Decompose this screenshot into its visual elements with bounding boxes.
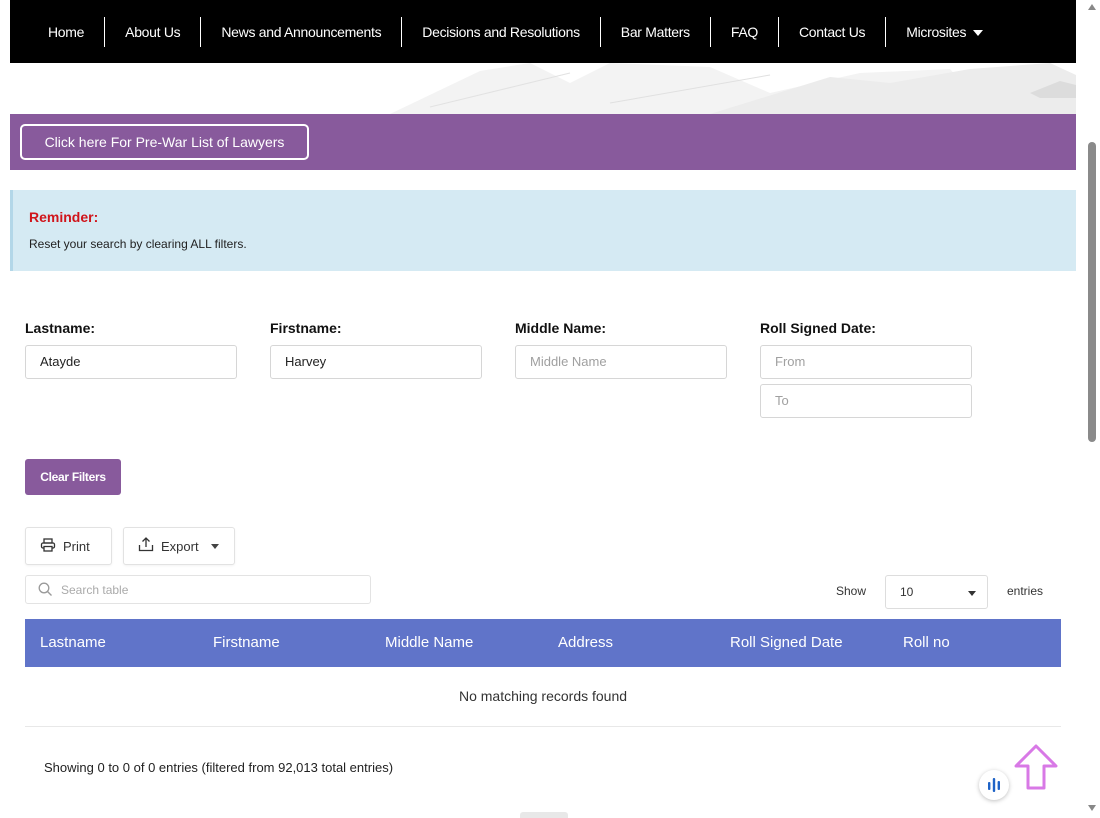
col-lastname[interactable]: Lastname bbox=[40, 619, 106, 667]
page: Home About Us News and Announcements Dec… bbox=[10, 0, 1076, 818]
lastname-input[interactable]: Atayde bbox=[25, 345, 237, 379]
lastname-label: Lastname: bbox=[25, 320, 96, 336]
col-middle-name[interactable]: Middle Name bbox=[385, 619, 473, 667]
firstname-label: Firstname: bbox=[270, 320, 342, 336]
nav-decisions[interactable]: Decisions and Resolutions bbox=[402, 16, 601, 47]
col-address[interactable]: Address bbox=[558, 619, 613, 667]
col-firstname[interactable]: Firstname bbox=[213, 619, 280, 667]
col-roll-signed-date[interactable]: Roll Signed Date bbox=[730, 619, 843, 667]
roll-date-to-input[interactable]: To bbox=[760, 384, 972, 418]
roll-date-from-input[interactable]: From bbox=[760, 345, 972, 379]
prewar-list-button[interactable]: Click here For Pre-War List of Lawyers bbox=[20, 124, 309, 160]
search-icon bbox=[38, 582, 53, 602]
print-button[interactable]: Print bbox=[25, 527, 112, 565]
nav-home[interactable]: Home bbox=[28, 16, 106, 47]
table-header: Lastname Firstname Middle Name Address R… bbox=[25, 619, 1061, 667]
scroll-thumb[interactable] bbox=[1088, 142, 1096, 442]
export-button[interactable]: Export bbox=[123, 527, 235, 565]
nav-news[interactable]: News and Announcements bbox=[201, 16, 403, 47]
table-body: No matching records found bbox=[25, 667, 1061, 727]
arrow-up-icon bbox=[1014, 744, 1058, 790]
print-label: Print bbox=[63, 538, 90, 554]
scroll-to-top-button[interactable] bbox=[1010, 742, 1062, 799]
scroll-down-arrow-icon[interactable] bbox=[1088, 805, 1096, 811]
chevron-down-icon bbox=[968, 591, 976, 596]
middlename-input[interactable]: Middle Name bbox=[515, 345, 727, 379]
search-placeholder: Search table bbox=[61, 583, 129, 597]
export-label: Export bbox=[161, 538, 199, 554]
nav-microsites[interactable]: Microsites bbox=[886, 17, 1003, 47]
caret-down-icon bbox=[973, 29, 984, 36]
clear-filters-button[interactable]: Clear Filters bbox=[25, 459, 121, 495]
nav-contact-us[interactable]: Contact Us bbox=[779, 16, 887, 47]
caret-down-icon bbox=[210, 543, 219, 549]
top-nav: Home About Us News and Announcements Dec… bbox=[10, 0, 1076, 63]
reminder-alert: Reminder: Reset your search by clearing … bbox=[10, 190, 1076, 271]
audio-bars-icon bbox=[988, 778, 1000, 792]
table-info: Showing 0 to 0 of 0 entries (filtered fr… bbox=[44, 760, 394, 775]
reminder-text: Reset your search by clearing ALL filter… bbox=[29, 237, 247, 251]
roll-date-label: Roll Signed Date: bbox=[760, 320, 876, 336]
entries-label: entries bbox=[1007, 584, 1044, 598]
scroll-up-arrow-icon[interactable] bbox=[1088, 4, 1096, 10]
bottom-handle bbox=[520, 812, 568, 818]
empty-message: No matching records found bbox=[458, 688, 628, 704]
firstname-input[interactable]: Harvey bbox=[270, 345, 482, 379]
reminder-title: Reminder: bbox=[29, 209, 99, 225]
nav-bar-matters[interactable]: Bar Matters bbox=[601, 16, 711, 47]
decorative-banner bbox=[10, 63, 1076, 114]
voice-widget-button[interactable] bbox=[979, 770, 1009, 800]
prewar-bar: Click here For Pre-War List of Lawyers bbox=[10, 114, 1076, 170]
printer-icon bbox=[40, 537, 56, 555]
show-label: Show bbox=[836, 584, 867, 598]
upload-icon bbox=[138, 537, 154, 555]
search-input[interactable]: Search table bbox=[25, 575, 371, 604]
nav-faq[interactable]: FAQ bbox=[711, 16, 779, 47]
col-roll-no[interactable]: Roll no bbox=[903, 619, 950, 667]
vertical-scrollbar[interactable] bbox=[1084, 0, 1100, 818]
entries-select-value: 10 bbox=[900, 585, 914, 599]
middlename-label: Middle Name: bbox=[515, 320, 607, 336]
nav-about-us[interactable]: About Us bbox=[105, 16, 202, 47]
entries-select[interactable]: 10 bbox=[885, 575, 988, 609]
nav-microsites-label: Microsites bbox=[906, 23, 967, 40]
